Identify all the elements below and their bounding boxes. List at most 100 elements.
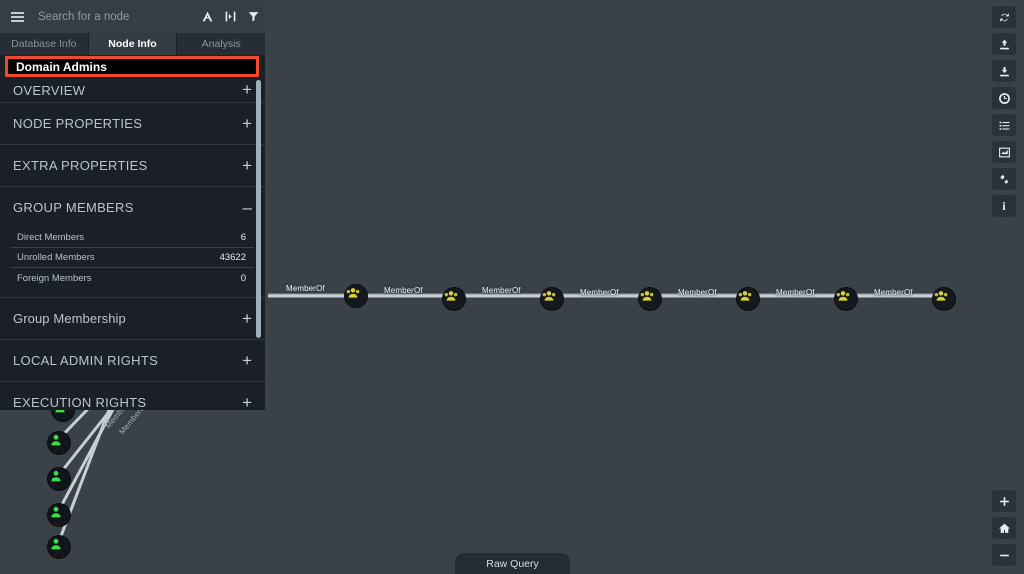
edge-label: MemberOf (776, 288, 815, 297)
hamburger-icon[interactable] (0, 0, 34, 33)
node-title-area: Domain Admins (0, 55, 265, 78)
raw-query-label: Raw Query (486, 557, 539, 570)
edge-label: MemberOf (580, 288, 619, 297)
expand-toggle-icon[interactable]: + (242, 115, 252, 132)
list-item[interactable]: Unrolled Members 43622 (11, 248, 254, 268)
zoom-in-button[interactable] (992, 490, 1016, 512)
section-local-admin-rights: LOCAL ADMIN RIGHTS + (0, 340, 265, 382)
section-header-group-members[interactable]: GROUP MEMBERS – (0, 187, 265, 228)
expand-toggle-icon[interactable]: + (242, 394, 252, 411)
node-info-sidebar: Database Info Node Info Analysis Domain … (0, 0, 266, 410)
tab-database-info[interactable]: Database Info (0, 33, 89, 55)
expand-toggle-icon[interactable]: + (242, 157, 252, 174)
search-bar (0, 0, 265, 33)
section-title: NODE PROPERTIES (13, 116, 143, 131)
search-input[interactable] (34, 10, 196, 23)
collapse-toggle-icon[interactable]: – (243, 199, 252, 216)
user-icon (51, 470, 61, 482)
section-header-group-membership[interactable]: Group Membership + (0, 298, 265, 339)
group-node[interactable] (345, 285, 367, 307)
group-node[interactable] (639, 288, 661, 310)
section-execution-rights: EXECUTION RIGHTS + (0, 382, 265, 410)
section-extra-properties: EXTRA PROPERTIES + (0, 145, 265, 187)
section-group-membership: Group Membership + (0, 298, 265, 340)
list-item-label: Unrolled Members (17, 252, 95, 263)
section-title: GROUP MEMBERS (13, 200, 134, 215)
section-title: Group Membership (13, 311, 126, 326)
list-item-value: 0 (240, 272, 246, 284)
section-header-local-admin-rights[interactable]: LOCAL ADMIN RIGHTS + (0, 340, 265, 381)
list-item-label: Foreign Members (17, 272, 92, 284)
user-icon (51, 506, 61, 518)
refresh-icon[interactable] (992, 6, 1016, 28)
edge-label: MemberOf (874, 288, 913, 297)
sidebar-scrollbar-thumb[interactable] (256, 80, 261, 338)
user-node[interactable] (48, 432, 70, 454)
clock-icon[interactable] (992, 87, 1016, 109)
list-item-value: 6 (240, 232, 246, 243)
group-node[interactable] (933, 288, 955, 310)
page-title: Domain Admins (16, 59, 107, 74)
sidebar-scrollbar[interactable] (256, 78, 263, 410)
sidebar-sections[interactable]: OVERVIEW + NODE PROPERTIES + EXTRA PROPE… (0, 78, 265, 410)
user-node[interactable] (48, 504, 70, 526)
info-glyph: i (1002, 199, 1006, 213)
info-icon[interactable]: i (992, 195, 1016, 217)
edge-label: MemberOf (678, 288, 717, 297)
list-item-value: 43622 (219, 252, 246, 263)
home-button[interactable] (992, 517, 1016, 539)
section-header-execution-rights[interactable]: EXECUTION RIGHTS + (0, 382, 265, 411)
section-node-properties: NODE PROPERTIES + (0, 103, 265, 145)
group-node[interactable] (541, 288, 563, 310)
pathfinding-icon[interactable] (196, 0, 219, 33)
section-title: EXTRA PROPERTIES (13, 158, 148, 173)
group-icon (640, 291, 654, 301)
user-icon (51, 434, 61, 446)
filter-icon[interactable] (242, 0, 265, 33)
expand-toggle-icon[interactable]: + (242, 310, 252, 327)
tab-node-info[interactable]: Node Info (88, 33, 178, 55)
group-icon (444, 291, 458, 301)
settings-icon[interactable] (992, 168, 1016, 190)
group-node[interactable] (443, 288, 465, 310)
user-node[interactable] (48, 536, 70, 558)
list-item[interactable]: Foreign Members 0 (11, 268, 254, 288)
user-icon (51, 538, 61, 550)
group-members-list: Direct Members 6 Unrolled Members 43622 … (0, 228, 265, 297)
edge-label: MemberOf (482, 286, 521, 295)
expand-toggle-icon[interactable]: + (242, 352, 252, 369)
group-icon (934, 291, 948, 301)
upload-icon[interactable] (992, 33, 1016, 55)
group-node[interactable] (835, 288, 857, 310)
user-node[interactable] (48, 468, 70, 490)
section-header-extra-properties[interactable]: EXTRA PROPERTIES + (0, 145, 265, 186)
tiered-path-icon[interactable] (219, 0, 242, 33)
list-item-label: Direct Members (17, 232, 85, 243)
group-icon (542, 291, 556, 301)
section-title: EXECUTION RIGHTS (13, 395, 147, 410)
section-group-members: GROUP MEMBERS – Direct Members 6 Unrolle… (0, 187, 265, 298)
group-node[interactable] (737, 288, 759, 310)
zoom-controls (992, 490, 1016, 566)
list-icon[interactable] (992, 114, 1016, 136)
sidebar-tabs: Database Info Node Info Analysis (0, 33, 266, 55)
download-icon[interactable] (992, 60, 1016, 82)
group-icon (346, 288, 360, 298)
zoom-out-button[interactable] (992, 544, 1016, 566)
list-item[interactable]: Direct Members 6 (11, 228, 254, 248)
tab-analysis[interactable]: Analysis (177, 33, 266, 55)
section-header-node-properties[interactable]: NODE PROPERTIES + (0, 103, 265, 144)
bloodhound-app: MemberOf MemberOf MemberOf MemberOf Memb… (0, 0, 1024, 574)
section-title: OVERVIEW (13, 82, 86, 98)
section-title: LOCAL ADMIN RIGHTS (13, 353, 159, 368)
section-header-overview[interactable]: OVERVIEW + (0, 78, 265, 102)
node-title-highlight: Domain Admins (5, 56, 259, 77)
expand-toggle-icon[interactable]: + (242, 81, 252, 98)
edge-label: MemberOf (286, 284, 325, 293)
section-overview: OVERVIEW + (0, 78, 265, 103)
group-icon (738, 291, 752, 301)
right-toolbar: i (992, 6, 1016, 217)
chart-icon[interactable] (992, 141, 1016, 163)
edge-label: MemberOf (384, 286, 423, 295)
raw-query-button[interactable]: Raw Query (455, 553, 570, 574)
